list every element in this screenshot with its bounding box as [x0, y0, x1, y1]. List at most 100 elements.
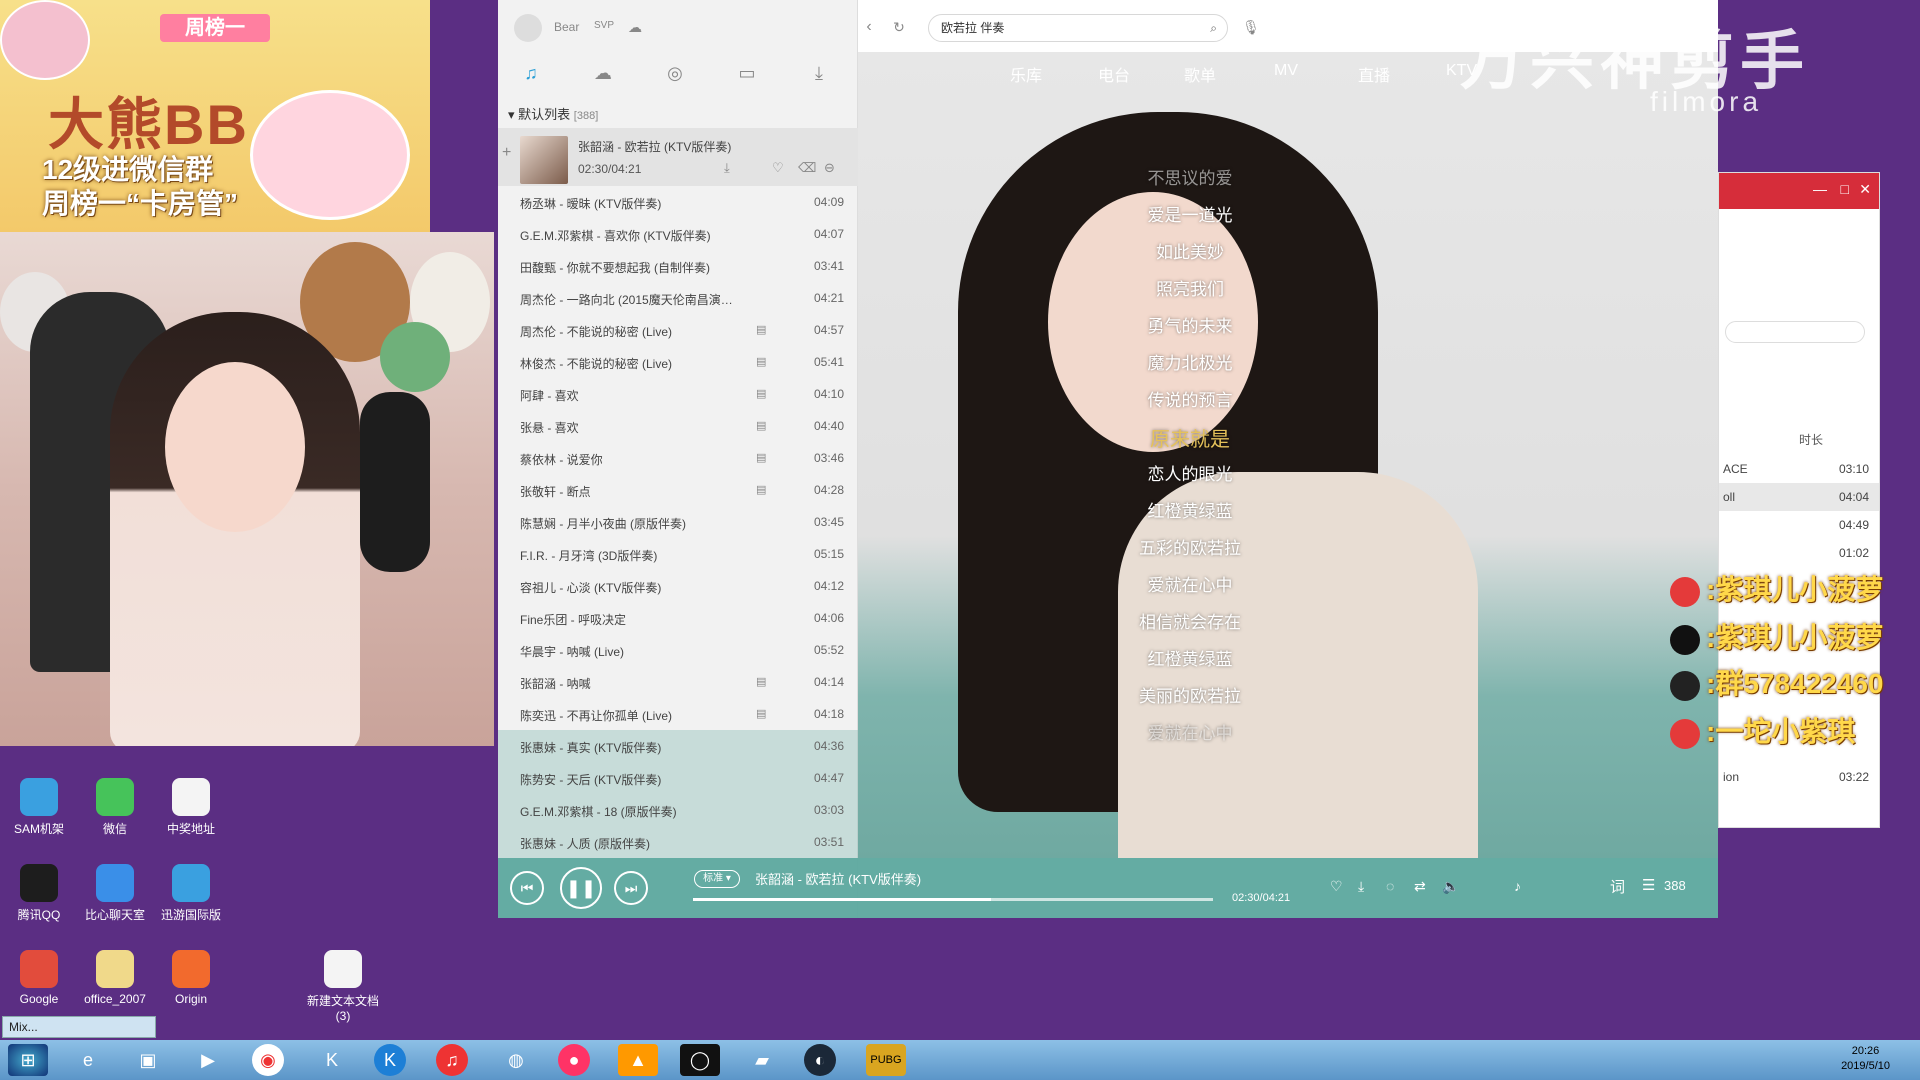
download-icon[interactable]: ⤓ — [724, 160, 730, 176]
current-song-row[interactable]: + 张韶涵 - 欧若拉 (KTV版伴奏) 02:30/04:21 ⤓ ♡ ⌫ ⊖ — [498, 128, 858, 186]
mv-icon[interactable]: ▤ — [756, 675, 766, 688]
mv-icon[interactable]: ▤ — [756, 419, 766, 432]
next-icon[interactable]: ⏭ — [614, 871, 648, 905]
song-row[interactable]: 田馥甄 - 你就不要想起我 (自制伴奏) 03:41 — [498, 250, 858, 282]
music-note-icon[interactable]: ♫ — [516, 58, 546, 88]
mv-icon[interactable]: ▤ — [756, 451, 766, 464]
desktop-icon[interactable]: 新建文本文档 (3) — [304, 950, 382, 1023]
side-list-row[interactable]: 01:02 — [1719, 539, 1879, 567]
nav-tab[interactable]: KTV — [1446, 62, 1477, 80]
mv-icon[interactable]: ▤ — [756, 707, 766, 720]
playlist-header[interactable]: ▾ 默认列表 [388] — [508, 104, 598, 123]
minimize-icon[interactable]: — — [1813, 181, 1827, 197]
desktop-icon[interactable]: 中奖地址 — [152, 778, 230, 837]
previous-icon[interactable]: ⏮ — [510, 871, 544, 905]
app-icon[interactable]: ▲ — [618, 1044, 658, 1076]
start-button-icon[interactable]: ⊞ — [8, 1044, 48, 1076]
ie-icon[interactable]: e — [68, 1044, 108, 1076]
song-row[interactable]: 周杰伦 - 一路向北 (2015魔天伦南昌演… 04:21 — [498, 282, 858, 314]
side-list-row[interactable]: ion 03:22 — [1719, 763, 1879, 791]
song-row[interactable]: G.E.M.邓紫棋 - 喜欢你 (KTV版伴奏) 04:07 — [498, 218, 858, 250]
mv-icon[interactable]: ▤ — [756, 355, 766, 368]
desktop-icon[interactable]: Origin — [152, 950, 230, 1006]
side-search-input[interactable] — [1725, 321, 1865, 343]
mv-icon[interactable]: ▤ — [756, 483, 766, 496]
download-icon[interactable]: ⤓ — [804, 58, 834, 88]
loop-icon[interactable]: ⇄ — [1414, 878, 1426, 895]
nav-tab[interactable]: 乐库 — [1010, 62, 1042, 86]
user-avatar[interactable] — [514, 14, 542, 42]
mv-icon[interactable]: ▤ — [756, 323, 766, 336]
refresh-icon[interactable]: ↻ — [884, 12, 914, 42]
add-icon[interactable]: + — [502, 144, 511, 162]
nav-tab[interactable]: 歌单 — [1184, 62, 1216, 86]
folder-icon[interactable]: ▣ — [128, 1044, 168, 1076]
kugou-icon[interactable]: K — [312, 1044, 352, 1076]
song-row[interactable]: 杨丞琳 - 暧昧 (KTV版伴奏) 04:09 — [498, 186, 858, 218]
comment-icon[interactable]: ◌ — [1386, 878, 1394, 894]
desktop-icon[interactable]: 微信 — [76, 778, 154, 837]
app-icon[interactable]: ● — [558, 1044, 590, 1076]
skin-icon[interactable]: ☁ — [620, 12, 650, 42]
playlist-icon[interactable]: ☰ — [1642, 876, 1655, 894]
mic-icon[interactable]: 🎙 — [1236, 12, 1266, 42]
song-row[interactable]: Fine乐团 - 呼吸决定 04:06 — [498, 602, 858, 634]
lyrics-toggle-button[interactable]: 词 — [1610, 876, 1625, 897]
pause-icon[interactable]: ❚❚ — [560, 867, 602, 909]
nav-tab[interactable]: 直播 — [1358, 62, 1390, 86]
close-icon[interactable]: ✕ — [1859, 181, 1871, 198]
chrome-icon[interactable]: ◉ — [252, 1044, 284, 1076]
search-input[interactable]: 欧若拉 伴奏 ⌕ — [928, 14, 1228, 42]
song-row[interactable]: 蔡依林 - 说爱你 03:46 ▤ — [498, 442, 858, 474]
radio-icon[interactable]: ◎ — [660, 58, 690, 88]
mv-icon[interactable]: ▤ — [756, 387, 766, 400]
song-row[interactable]: 张敬轩 - 断点 04:28 ▤ — [498, 474, 858, 506]
side-list-row[interactable]: 04:49 — [1719, 511, 1879, 539]
pubg-icon[interactable]: PUBG — [866, 1044, 906, 1076]
heart-icon[interactable]: ♡ — [1330, 878, 1343, 895]
netease-music-icon[interactable]: ♫ — [436, 1044, 468, 1076]
desktop-icon[interactable]: 比心聊天室 — [76, 864, 154, 923]
desktop-icon[interactable]: 迅游国际版 — [152, 864, 230, 923]
device-icon[interactable]: ▭ — [732, 58, 762, 88]
trash-icon[interactable]: ⌫ — [798, 160, 816, 176]
heart-icon[interactable]: ♡ — [772, 160, 784, 176]
song-row[interactable]: 林俊杰 - 不能说的秘密 (Live) 05:41 ▤ — [498, 346, 858, 378]
song-row[interactable]: 陈奕迅 - 不再让你孤单 (Live) 04:18 ▤ — [498, 698, 858, 730]
back-icon[interactable]: ‹ — [854, 12, 884, 42]
side-list-row[interactable]: ACE 03:10 — [1719, 455, 1879, 483]
side-list-row[interactable]: oll 04:04 — [1719, 483, 1879, 511]
song-row[interactable]: 阿肆 - 喜欢 04:10 ▤ — [498, 378, 858, 410]
song-row[interactable]: 张悬 - 喜欢 04:40 ▤ — [498, 410, 858, 442]
volume-icon[interactable]: 🔈 — [1442, 878, 1459, 895]
song-row[interactable]: 张惠妹 - 人质 (原版伴奏) 03:51 — [498, 826, 858, 858]
user-name[interactable]: Bear — [554, 20, 579, 34]
cloud-icon[interactable]: ☁ — [588, 58, 618, 88]
desktop-icon[interactable]: office_2007 — [76, 950, 154, 1006]
song-row[interactable]: 华晨宇 - 呐喊 (Live) 05:52 — [498, 634, 858, 666]
steam-icon[interactable]: ◐ — [804, 1044, 836, 1076]
mix-window-button[interactable]: Mix... — [2, 1016, 156, 1038]
download-icon[interactable]: ⤓ — [1358, 878, 1364, 895]
media-player-icon[interactable]: ▶ — [188, 1044, 228, 1076]
globe-icon[interactable]: ◍ — [496, 1044, 536, 1076]
song-row[interactable]: 容祖儿 - 心淡 (KTV版伴奏) 04:12 — [498, 570, 858, 602]
kugou-k-icon[interactable]: K — [374, 1044, 406, 1076]
quality-button[interactable]: 标准 ▾ — [694, 870, 740, 888]
nav-tab[interactable]: MV — [1274, 62, 1298, 80]
desktop-icon[interactable]: SAM机架 — [0, 778, 78, 837]
maximize-icon[interactable]: □ — [1841, 181, 1849, 197]
song-row[interactable]: 陈慧娴 - 月半小夜曲 (原版伴奏) 03:45 — [498, 506, 858, 538]
song-row[interactable]: G.E.M.邓紫棋 - 18 (原版伴奏) 03:03 — [498, 794, 858, 826]
system-clock[interactable]: 20:26 2019/5/10 — [1841, 1044, 1890, 1074]
obs-icon[interactable]: ◯ — [680, 1044, 720, 1076]
song-row[interactable]: 张惠妹 - 真实 (KTV版伴奏) 04:36 — [498, 730, 858, 762]
effect-icon[interactable]: ♪ — [1514, 878, 1521, 894]
filmora-icon[interactable]: ▰ — [742, 1044, 782, 1076]
song-row[interactable]: 陈势安 - 天后 (KTV版伴奏) 04:47 — [498, 762, 858, 794]
more-icon[interactable]: ⊖ — [824, 160, 835, 176]
song-row[interactable]: 周杰伦 - 不能说的秘密 (Live) 04:57 ▤ — [498, 314, 858, 346]
song-row[interactable]: F.I.R. - 月牙湾 (3D版伴奏) 05:15 — [498, 538, 858, 570]
song-row[interactable]: 张韶涵 - 呐喊 04:14 ▤ — [498, 666, 858, 698]
desktop-icon[interactable]: Google — [0, 950, 78, 1006]
